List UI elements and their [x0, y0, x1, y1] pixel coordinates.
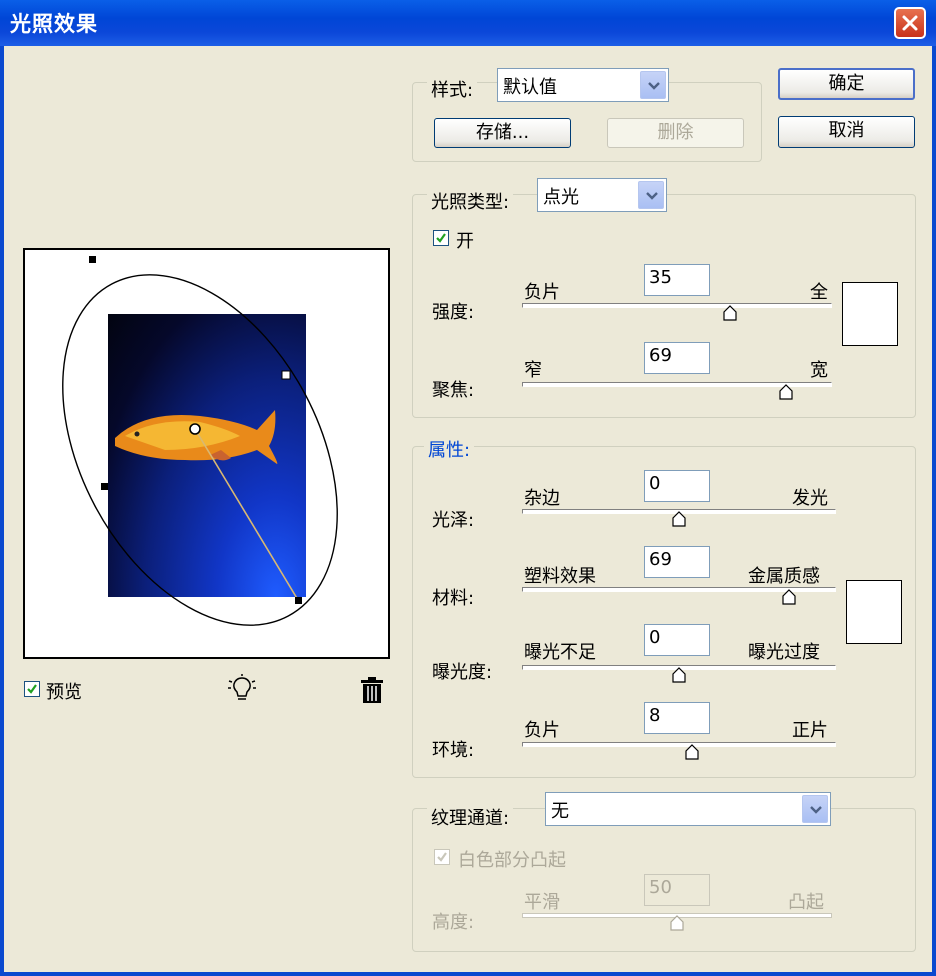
intensity-input[interactable]: 35: [644, 264, 710, 296]
dialog-window: 光照效果 预览 样式: 默认值 存储... 删除 确定 取消 光照类型: 点光 …: [0, 0, 936, 976]
delete-style-button[interactable]: 删除: [607, 118, 744, 148]
style-label: 样式:: [427, 76, 478, 102]
exposure-input[interactable]: 0: [644, 624, 710, 656]
texture-channel-value: 无: [551, 801, 569, 822]
ambience-label: 环境:: [432, 740, 475, 761]
height-label: 高度:: [432, 912, 475, 933]
ambience-slider-track[interactable]: [522, 742, 836, 747]
light-direction-line: [194, 428, 299, 601]
properties-legend: 属性:: [424, 436, 475, 462]
ambience-min-label: 负片: [524, 720, 560, 741]
gloss-slider-thumb[interactable]: [672, 511, 686, 527]
intensity-min-label: 负片: [524, 282, 560, 303]
height-input[interactable]: 50: [644, 874, 710, 906]
gloss-input[interactable]: 0: [644, 470, 710, 502]
check-icon: [436, 233, 446, 243]
light-color-swatch[interactable]: [842, 282, 898, 346]
check-icon: [27, 684, 37, 694]
light-type-value: 点光: [543, 187, 579, 208]
focus-input[interactable]: 69: [644, 342, 710, 374]
light-on-checkbox[interactable]: [433, 230, 449, 246]
ok-button[interactable]: 确定: [778, 68, 915, 100]
light-center-handle[interactable]: [189, 423, 201, 435]
gloss-min-label: 杂边: [524, 488, 560, 509]
light-on-label: 开: [456, 231, 474, 252]
style-select[interactable]: 默认值: [497, 68, 669, 102]
exposure-label: 曝光度:: [432, 662, 493, 683]
ambience-color-swatch[interactable]: [846, 580, 902, 644]
texture-channel-label: 纹理通道:: [427, 804, 514, 830]
cancel-button[interactable]: 取消: [778, 116, 915, 148]
handle-left[interactable]: [101, 483, 108, 490]
focus-label: 聚焦:: [432, 380, 475, 401]
ambience-slider-thumb[interactable]: [684, 744, 699, 760]
dialog-body: 预览 样式: 默认值 存储... 删除 确定 取消 光照类型: 点光 开 强度:…: [4, 46, 932, 972]
material-max-label: 金属质感: [748, 566, 820, 587]
close-icon: [902, 15, 918, 31]
height-slider-thumb[interactable]: [670, 915, 684, 931]
ambience-input[interactable]: 8: [644, 702, 710, 734]
white-high-checkbox[interactable]: [434, 849, 450, 865]
exposure-min-label: 曝光不足: [524, 642, 596, 663]
handle-bottom[interactable]: [295, 597, 302, 604]
height-min-label: 平滑: [524, 892, 560, 913]
preview-label: 预览: [46, 682, 82, 703]
intensity-slider-thumb[interactable]: [723, 305, 737, 321]
intensity-label: 强度:: [432, 302, 475, 323]
chevron-down-icon: [646, 192, 658, 200]
check-icon: [437, 852, 447, 862]
save-style-button[interactable]: 存储...: [434, 118, 571, 148]
handle-top[interactable]: [89, 256, 96, 263]
intensity-slider-track[interactable]: [522, 303, 832, 308]
light-type-select[interactable]: 点光: [537, 178, 667, 212]
exposure-slider-thumb[interactable]: [672, 667, 686, 683]
gloss-label: 光泽:: [432, 510, 475, 531]
fish-image: [115, 410, 278, 464]
white-high-label: 白色部分凸起: [458, 850, 566, 871]
exposure-max-label: 曝光过度: [748, 642, 820, 663]
texture-channel-dropdown-arrow[interactable]: [802, 795, 828, 823]
height-max-label: 凸起: [788, 892, 824, 913]
trash-icon[interactable]: [360, 676, 384, 704]
material-label: 材料:: [432, 588, 475, 609]
close-button[interactable]: [894, 7, 926, 39]
focus-slider-thumb[interactable]: [778, 384, 793, 400]
handle-right[interactable]: [281, 370, 291, 380]
lightbulb-icon[interactable]: [226, 674, 258, 704]
material-input[interactable]: 69: [644, 546, 710, 578]
style-select-value: 默认值: [503, 77, 557, 98]
style-dropdown-arrow[interactable]: [640, 71, 666, 99]
focus-min-label: 窄: [524, 360, 542, 381]
light-type-label: 光照类型:: [427, 188, 514, 214]
gloss-max-label: 发光: [792, 488, 828, 509]
preview-checkbox[interactable]: [24, 681, 40, 697]
chevron-down-icon: [810, 806, 822, 814]
chevron-down-icon: [648, 82, 660, 90]
title-bar[interactable]: 光照效果: [0, 0, 936, 46]
preview-canvas[interactable]: [23, 248, 390, 659]
light-type-dropdown-arrow[interactable]: [638, 181, 664, 209]
dialog-title: 光照效果: [10, 12, 98, 36]
material-min-label: 塑料效果: [524, 566, 596, 587]
ambience-max-label: 正片: [792, 720, 828, 741]
material-slider-thumb[interactable]: [782, 589, 796, 605]
focus-max-label: 宽: [810, 360, 828, 381]
intensity-max-label: 全: [810, 282, 828, 303]
texture-channel-select[interactable]: 无: [545, 792, 831, 826]
